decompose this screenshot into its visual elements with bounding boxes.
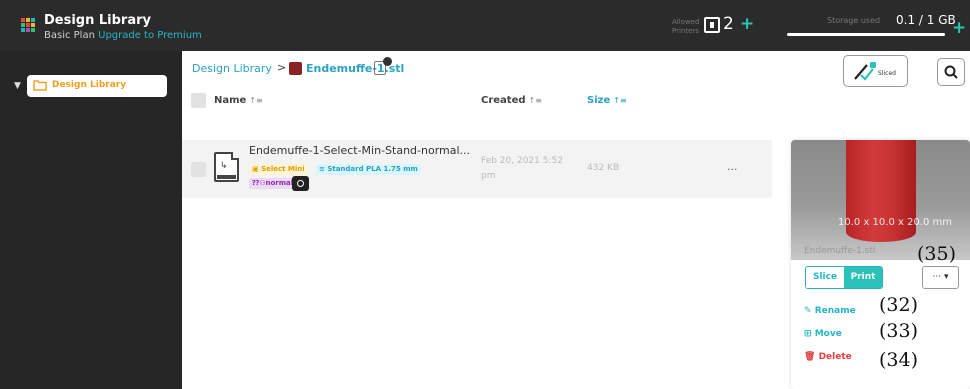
apps-grid-icon[interactable] bbox=[21, 18, 35, 32]
upgrade-link[interactable]: Upgrade to Premium bbox=[98, 30, 202, 41]
row-checkbox[interactable] bbox=[191, 162, 206, 177]
printer-tag-label: Select Mini bbox=[261, 165, 305, 173]
column-label: Size bbox=[587, 95, 611, 106]
column-header-created[interactable]: Created ↑≡ bbox=[481, 95, 542, 106]
row-more-button[interactable]: ... bbox=[727, 160, 738, 173]
sliced-filter-button[interactable]: Sliced bbox=[843, 55, 908, 87]
pencil-icon: ✎ bbox=[804, 306, 815, 316]
select-all-checkbox[interactable] bbox=[191, 93, 206, 108]
sidebar: ▼ Design Library bbox=[0, 51, 182, 389]
sidebar-item-design-library[interactable]: Design Library bbox=[27, 75, 167, 97]
sliced-icon bbox=[854, 62, 876, 81]
file-thumbnail-icon bbox=[289, 62, 302, 75]
chevron-down-icon[interactable]: ▼ bbox=[14, 81, 21, 91]
add-printer-button[interactable]: + bbox=[740, 14, 754, 34]
sort-icon: ↑≡ bbox=[249, 96, 263, 105]
column-label: Name bbox=[214, 95, 247, 106]
storage-used-value: 0.1 / 1 GB bbox=[896, 13, 956, 27]
storage-progress-bar bbox=[787, 33, 945, 36]
search-button[interactable] bbox=[937, 58, 965, 86]
gcode-file-icon: ↳ bbox=[214, 152, 239, 182]
file-name[interactable]: Endemuffe-1-Select-Min-Stand-normal... bbox=[249, 144, 470, 157]
gear-icon[interactable] bbox=[292, 176, 309, 191]
move-action[interactable]: ⊞ Move bbox=[804, 329, 842, 339]
delete-label: Delete bbox=[818, 352, 852, 362]
folder-icon bbox=[33, 80, 47, 91]
add-storage-button[interactable]: + bbox=[952, 18, 966, 38]
table-header: Name ↑≡ Created ↑≡ Size ↑≡ bbox=[182, 88, 772, 112]
printer-tag: ▣ Select Mini bbox=[249, 164, 308, 175]
printer-icon: ▣ bbox=[252, 165, 262, 173]
print-button[interactable]: Print bbox=[844, 267, 882, 288]
model-preview-image: 10.0 x 10.0 x 20.0 mm bbox=[791, 140, 970, 260]
rename-label: Rename bbox=[814, 306, 856, 316]
file-created: Feb 20, 2021 5:52 pm bbox=[481, 156, 563, 181]
preview-filename: Endemuffe-1.stl bbox=[804, 246, 876, 256]
material-tag-label: Standard PLA 1.75 mm bbox=[327, 165, 418, 173]
sort-icon: ↑≡ bbox=[613, 96, 627, 105]
printers-count: 2 bbox=[723, 14, 734, 34]
more-actions-dropdown[interactable]: ··· ▾ bbox=[922, 266, 959, 289]
chevron-right-icon: > bbox=[277, 61, 287, 74]
column-label: Created bbox=[481, 95, 526, 106]
breadcrumb-root[interactable]: Design Library bbox=[192, 62, 272, 75]
callout-32: (32) bbox=[879, 294, 919, 316]
model-dimensions: 10.0 x 10.0 x 20.0 mm bbox=[838, 217, 953, 228]
info-badge-icon bbox=[383, 57, 392, 66]
plan-info: Basic Plan Upgrade to Premium bbox=[44, 30, 202, 41]
trash-icon: 🗑 bbox=[804, 352, 819, 362]
plan-name: Basic Plan bbox=[44, 30, 95, 41]
search-icon bbox=[944, 65, 958, 79]
sliced-label: Sliced bbox=[878, 70, 896, 77]
table-row[interactable]: ↳ Endemuffe-1-Select-Min-Stand-normal...… bbox=[182, 140, 772, 198]
sort-icon: ↑≡ bbox=[528, 96, 542, 105]
sidebar-item-label: Design Library bbox=[52, 80, 127, 90]
callout-33: (33) bbox=[879, 320, 919, 342]
storage-used-label: Storage used bbox=[827, 16, 881, 25]
allowed-printers-label: Allowed Printers bbox=[672, 18, 700, 35]
callout-35: (35) bbox=[917, 243, 957, 265]
move-label: Move bbox=[814, 329, 842, 339]
top-bar: Design Library Basic Plan Upgrade to Pre… bbox=[0, 0, 970, 51]
profile-icon: ⁇⚇ bbox=[252, 179, 266, 187]
column-header-size[interactable]: Size ↑≡ bbox=[587, 95, 627, 106]
app-title: Design Library bbox=[44, 13, 152, 28]
rename-action[interactable]: ✎ Rename bbox=[804, 306, 856, 316]
delete-action[interactable]: 🗑 Delete bbox=[804, 352, 852, 362]
move-icon: ⊞ bbox=[804, 329, 815, 339]
material-tag: ≡ Standard PLA 1.75 mm bbox=[316, 164, 421, 175]
slice-print-group: Slice Print bbox=[805, 266, 883, 289]
profile-tag-label: normal bbox=[265, 179, 294, 187]
callout-34: (34) bbox=[879, 349, 919, 371]
slice-button[interactable]: Slice bbox=[806, 267, 844, 288]
printer-icon bbox=[704, 17, 720, 33]
column-header-name[interactable]: Name ↑≡ bbox=[214, 95, 263, 106]
file-size: 432 KB bbox=[587, 163, 620, 173]
profile-tag: ⁇⚇normal bbox=[249, 178, 297, 189]
